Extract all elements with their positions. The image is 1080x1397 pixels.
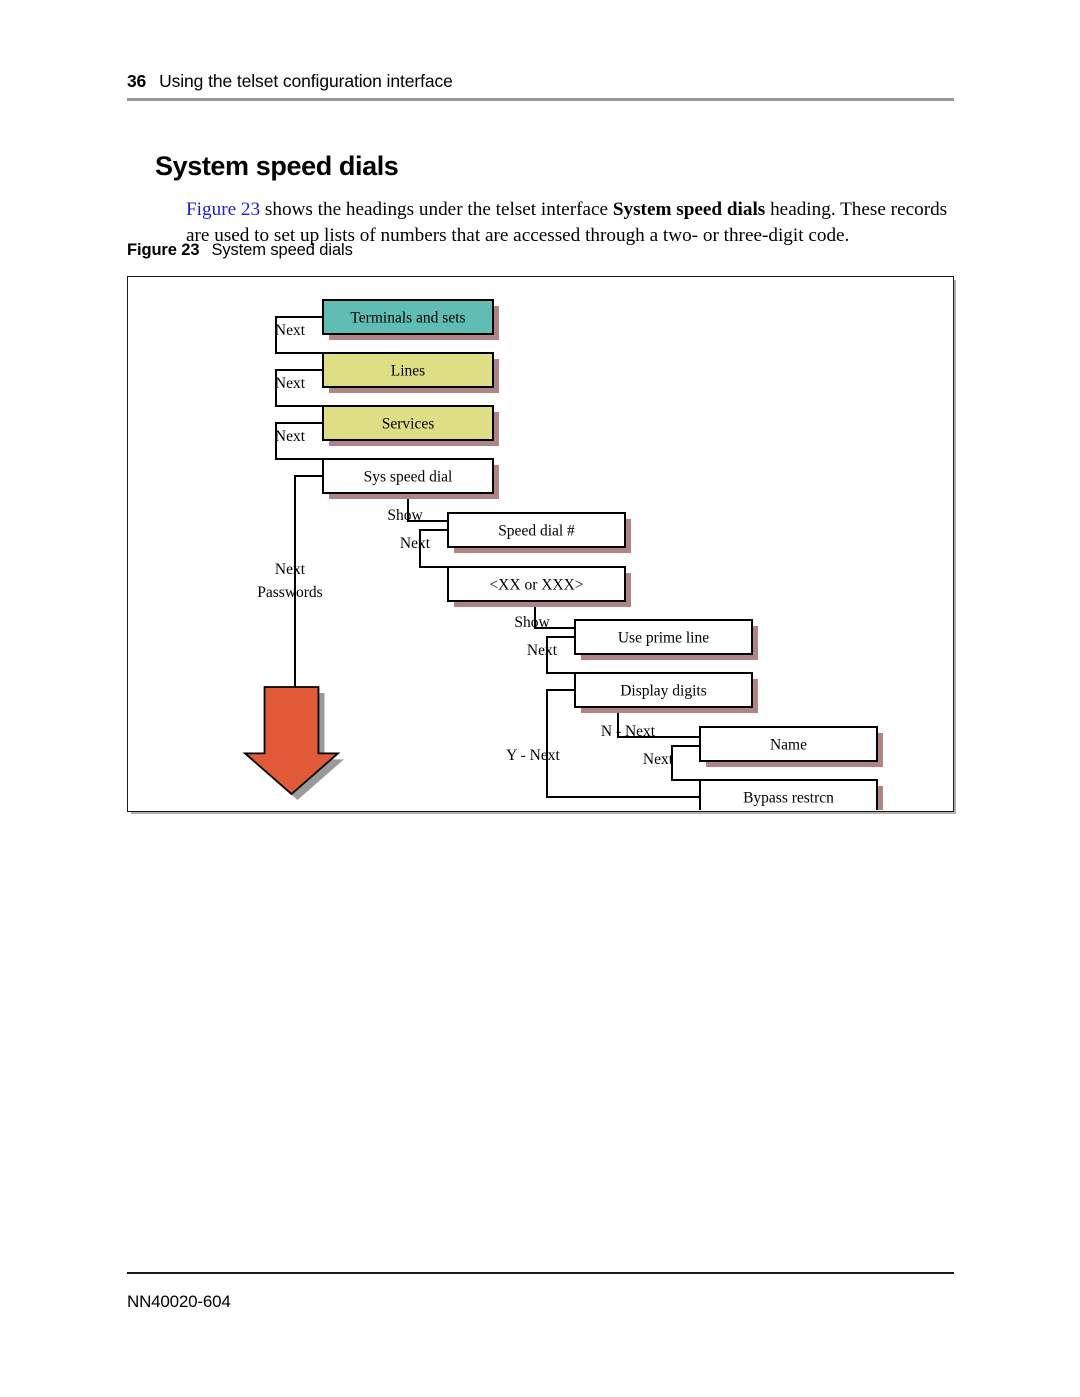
connector-label-y-next: Y - Next [506,747,560,764]
telset-navigation-diagram: Terminals and sets Lines Services Sys speed… [242,299,883,810]
connector-label-n-next: N - Next [601,723,656,740]
running-header-row: 36 Using the telset configuration interf… [127,71,954,91]
connector-label-next-passwords-1: Next [275,561,306,578]
figure-caption-label: Figure 23 [127,241,200,259]
diagram-box-terminals-and-sets[interactable]: Terminals and sets [322,299,499,340]
page-footer: NN40020-604 [127,1272,954,1312]
connector-sysspeeddial-to-passwords [294,475,323,687]
header-rule [127,98,954,102]
diagram-arrow [242,686,344,800]
running-header: 36 Using the telset configuration interf… [127,71,954,106]
figure-caption: Figure 23 System speed dials [127,241,353,260]
box-label: Sys speed dial [364,469,453,486]
diagram-box-speed-dial-num[interactable]: Speed dial # [447,512,631,553]
figure-caption-title: System speed dials [211,241,353,259]
connector-label-show-2: Show [514,614,550,631]
box-label: Use prime line [618,630,709,647]
intro-bold-phrase: System speed dials [612,199,766,221]
box-label: <XX or XXX> [489,577,583,594]
connector-label-next-6: Next [643,751,674,768]
box-label: Lines [391,363,425,380]
intro-text-part-1: shows the headings under the telset inte… [260,199,613,221]
box-label: Services [382,416,435,433]
box-label: Bypass restrcn [743,790,834,807]
diagram-box-services[interactable]: Services [322,405,499,446]
document-code: NN40020-604 [127,1292,231,1311]
connector-label-next-5: Next [527,642,558,659]
box-label: Display digits [620,683,707,700]
diagram-box-display-digits[interactable]: Display digits [574,672,758,713]
box-label: Terminals and sets [350,310,465,327]
footer-rule [127,1272,954,1274]
page-title: System speed dials [155,151,399,182]
connector-label-next-3: Next [275,428,306,445]
diagram-box-xx-or-xxx[interactable]: <XX or XXX> [447,566,631,607]
figure-cross-reference-link[interactable]: Figure 23 [186,199,260,220]
diagram-box-sys-speed-dial[interactable]: Sys speed dial [322,458,499,499]
running-header-title: Using the telset configuration interface [159,71,453,91]
box-label: Speed dial # [498,523,575,540]
figure-frame: Terminals and sets Lines Services Sys speed… [127,276,954,812]
connector-label-next-passwords-2: Passwords [257,584,322,601]
connector-label-show-1: Show [387,507,423,524]
connector-label-next-4: Next [400,535,431,552]
box-label: Name [770,737,807,754]
connector-label-next-1: Next [275,322,306,339]
diagram-box-lines[interactable]: Lines [322,352,499,393]
connector-name-to-bypassrestrcn [671,745,700,781]
connector-label-next-2: Next [275,375,306,392]
diagram-box-name[interactable]: Name [699,726,883,767]
diagram-box-bypass-restrcn[interactable]: Bypass restrcn [699,779,883,810]
diagram-box-use-prime-line[interactable]: Use prime line [574,619,758,660]
page-number: 36 [127,71,147,91]
